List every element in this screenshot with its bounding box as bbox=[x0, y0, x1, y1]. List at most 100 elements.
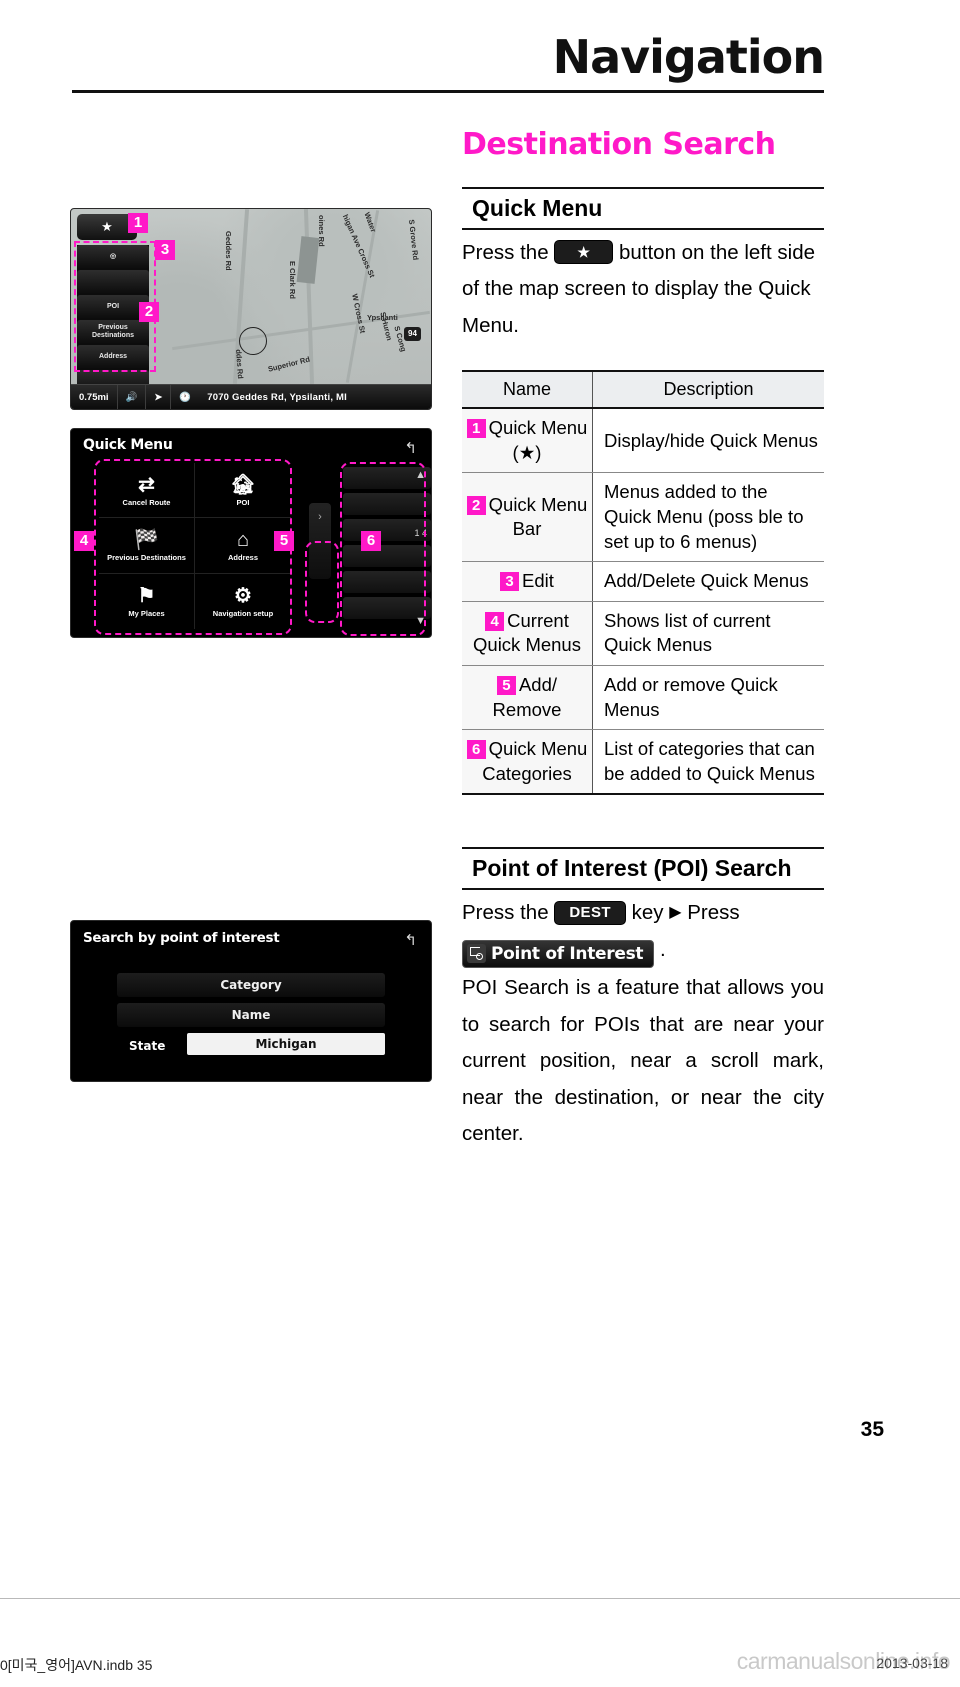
chapter-title: Navigation bbox=[552, 30, 825, 84]
quick-menu-bar-item[interactable] bbox=[77, 270, 149, 293]
quick-menu-bar-item-previous-destinations[interactable]: Previous Destinations bbox=[77, 320, 149, 343]
state-label: State bbox=[129, 1039, 166, 1053]
table-cell-description: Add/Delete Quick Menus bbox=[592, 561, 824, 602]
category-field[interactable]: Category bbox=[117, 973, 385, 997]
table-row: 3 Edit Add/Delete Quick Menus bbox=[462, 561, 824, 602]
quick-menu-cell-poi[interactable]: 🏚 POI bbox=[195, 463, 291, 519]
column-header-description: Description bbox=[592, 371, 824, 410]
table-cell-name: 1 Quick Menu (★) bbox=[462, 408, 593, 474]
quick-menu-intro-before: Press the bbox=[462, 240, 549, 264]
page-indicator: 1 4 bbox=[414, 528, 427, 538]
poi-search-screenshot: Search by point of interest ↰ Category N… bbox=[70, 920, 432, 1082]
row-name-text: Quick Menu (★) bbox=[488, 417, 588, 463]
quick-menu-cell-previous-destinations[interactable]: 🏁 Previous Destinations bbox=[99, 518, 195, 574]
quick-menu-screen-title: Quick Menu bbox=[83, 437, 173, 453]
add-remove-button[interactable]: › bbox=[309, 503, 331, 579]
map-scale[interactable]: 0.75mi bbox=[71, 385, 118, 409]
quick-menu-bar-item[interactable]: ◎ bbox=[77, 245, 149, 268]
column-header-name: Name bbox=[462, 371, 593, 410]
callout-4: 4 bbox=[74, 531, 94, 551]
table-row: 1 Quick Menu (★) Display/hide Quick Menus bbox=[462, 408, 824, 474]
category-list-item[interactable] bbox=[343, 571, 431, 593]
current-quick-menus-grid: ⇄ Cancel Route 🏚 POI 🏁 Previous Destinat… bbox=[99, 463, 291, 629]
callout-3: 3 bbox=[155, 240, 175, 260]
scroll-up-icon[interactable]: ▲ bbox=[415, 469, 426, 481]
quick-menu-cell-cancel-route[interactable]: ⇄ Cancel Route bbox=[99, 463, 195, 519]
right-column: Destination Search Quick Menu Press the … bbox=[462, 128, 824, 1152]
poi-body-text: POI Search is a feature that allows you … bbox=[462, 976, 824, 1145]
footer-divider bbox=[0, 1598, 960, 1599]
map-label: oines Rd bbox=[317, 215, 326, 247]
callout-6: 6 bbox=[361, 531, 381, 551]
name-field[interactable]: Name bbox=[117, 1003, 385, 1027]
table-cell-name: 5 Add/ Remove bbox=[462, 665, 593, 731]
back-icon[interactable]: ↰ bbox=[404, 931, 417, 949]
row-number-badge: 1 bbox=[466, 419, 486, 439]
state-value-field[interactable]: Michigan bbox=[187, 1033, 385, 1055]
quick-menu-bar-item-address[interactable]: Address bbox=[77, 345, 149, 368]
table-cell-description: Display/hide Quick Menus bbox=[592, 408, 824, 474]
previous-destinations-icon: 🏁 bbox=[134, 529, 159, 552]
map-status-bar: 0.75mi 🔊 ➤ 🕐 7070 Geddes Rd, Ypsilanti, … bbox=[71, 384, 431, 409]
row-number-badge: 6 bbox=[466, 740, 486, 760]
table-cell-description: Menus added to the Quick Menu (poss ble … bbox=[592, 472, 824, 563]
table-cell-description: Shows list of current Quick Menus bbox=[592, 601, 824, 666]
quick-menu-categories-list[interactable] bbox=[343, 467, 431, 629]
clock-icon: 🕐 bbox=[179, 391, 192, 403]
row-number-badge: 4 bbox=[485, 611, 505, 631]
quick-menu-cell-label: POI bbox=[236, 497, 250, 507]
point-of-interest-chip: Point of Interest bbox=[462, 939, 655, 968]
table-cell-description: List of categories that can be added to … bbox=[604, 738, 815, 784]
callout-2: 2 bbox=[139, 302, 159, 322]
current-position-marker bbox=[239, 327, 267, 355]
page-number: 35 bbox=[860, 1418, 884, 1441]
map-label: E Clark Rd bbox=[288, 261, 297, 299]
category-list-item[interactable] bbox=[343, 493, 431, 515]
row-number-badge: 2 bbox=[466, 495, 486, 515]
back-icon[interactable]: ↰ bbox=[404, 439, 417, 457]
route-icon[interactable]: ➤ bbox=[146, 385, 172, 409]
quick-menu-intro: Press the ★ button on the left side of t… bbox=[462, 235, 824, 344]
volume-icon[interactable]: 🔊 bbox=[118, 385, 147, 409]
row-name-text: Quick Menu Categories bbox=[482, 738, 588, 784]
table-row: 5 Add/ Remove Add or remove Quick Menus bbox=[462, 665, 824, 731]
quick-menu-cell-label: Address bbox=[227, 553, 258, 563]
point-of-interest-chip-label: Point of Interest bbox=[491, 943, 644, 964]
scroll-down-icon[interactable]: ▼ bbox=[415, 615, 426, 627]
poi-period: . bbox=[659, 937, 666, 961]
my-places-flag-icon: ⚑ bbox=[137, 585, 156, 607]
poi-search-icon bbox=[467, 943, 486, 963]
cancel-route-icon: ⇄ bbox=[138, 473, 155, 496]
poi-screen-title: Search by point of interest bbox=[83, 930, 280, 946]
map-screenshot: Geddes Rd E Clark Rd oines Rd higan Ave … bbox=[70, 208, 432, 410]
star-button-chip: ★ bbox=[554, 239, 614, 264]
chevron-right-icon: › bbox=[318, 511, 322, 523]
table-cell-description: Add or remove Quick Menus bbox=[592, 665, 824, 731]
quick-menu-reference-table: Name Description 1 Quick Menu (★) Display… bbox=[462, 370, 824, 796]
map-address-text: 7070 Geddes Rd, Ypsilanti, MI bbox=[207, 391, 347, 403]
arrow-right-icon: ▶ bbox=[669, 904, 682, 922]
quick-menu-cell-label: Navigation setup bbox=[212, 609, 274, 618]
footer-file-reference: 0[미국_영어]AVN.indb 35 bbox=[0, 1657, 153, 1673]
row-name-text: Edit bbox=[522, 570, 554, 592]
quick-menu-cell-my-places[interactable]: ⚑ My Places bbox=[99, 573, 195, 629]
callout-5: 5 bbox=[274, 531, 294, 551]
quick-menu-cell-label: Cancel Route bbox=[122, 497, 171, 507]
row-number-badge: 3 bbox=[500, 572, 520, 592]
table-cell-name: 2 Quick Menu Bar bbox=[462, 472, 593, 563]
poi-search-heading: Point of Interest (POI) Search bbox=[462, 847, 824, 891]
gear-icon: ⚙ bbox=[234, 585, 252, 607]
table-cell-name: 6 Quick Menu Categories bbox=[462, 729, 593, 795]
table-cell-name: 3 Edit bbox=[462, 561, 593, 602]
section-title: Destination Search bbox=[462, 127, 776, 162]
table-row: 4 Current Quick Menus Shows list of curre… bbox=[462, 601, 824, 666]
row-name-text: Quick Menu Bar bbox=[488, 493, 588, 540]
quick-menu-cell-label: Previous Destinations bbox=[107, 553, 186, 563]
table-cell-name: 4 Current Quick Menus bbox=[462, 601, 593, 666]
footer-date: 2013-03-18 bbox=[876, 1655, 948, 1671]
quick-menu-cell-navigation-setup[interactable]: ⚙ Navigation setup bbox=[195, 574, 291, 629]
category-list-item[interactable] bbox=[343, 545, 431, 567]
callout-1: 1 bbox=[128, 213, 148, 233]
map-label: Geddes Rd bbox=[224, 231, 233, 271]
page-header: Navigation bbox=[72, 30, 825, 93]
